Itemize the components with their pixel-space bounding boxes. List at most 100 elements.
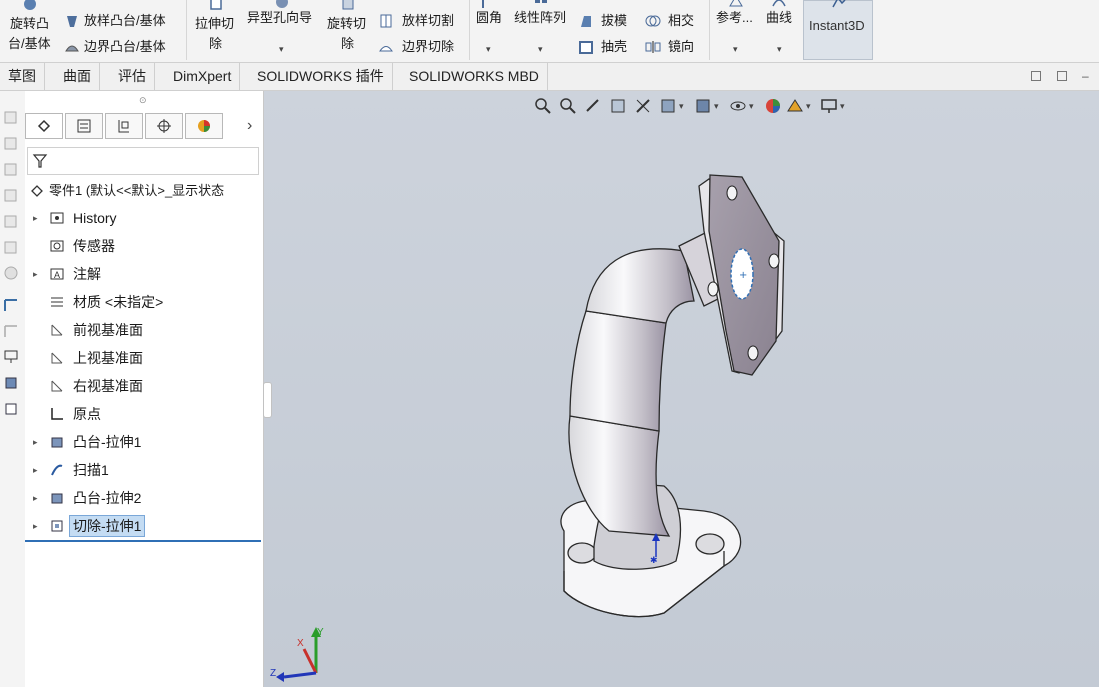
lofted-cut-icon bbox=[380, 14, 392, 28]
intersect-button[interactable]: 相交 bbox=[668, 13, 694, 29]
triad-x-label: X bbox=[297, 638, 304, 649]
tab-surfaces[interactable]: 曲面 bbox=[55, 63, 100, 90]
tree-item[interactable]: 传感器 bbox=[25, 234, 263, 258]
linear-pattern-button[interactable]: 线性阵列 bbox=[514, 10, 566, 26]
minimize-icon[interactable]: – bbox=[1082, 69, 1089, 83]
linear-pattern-dropdown-icon[interactable]: ▾ bbox=[538, 44, 543, 55]
boundary-cut-button[interactable]: 边界切除 bbox=[402, 39, 454, 55]
svg-text:A: A bbox=[54, 270, 60, 280]
sketch-icon[interactable] bbox=[3, 297, 19, 313]
material-icon bbox=[51, 297, 63, 307]
lofted-cut-button[interactable]: 放样切割 bbox=[402, 13, 454, 29]
curves-button[interactable]: 曲线 bbox=[766, 10, 792, 26]
revolve-boss-button[interactable]: 旋转凸 bbox=[10, 16, 49, 32]
tree-root-label: 零件1 (默认<<默认>_显示状态 bbox=[49, 183, 225, 198]
hole-wizard-button[interactable]: 异型孔向导 bbox=[247, 10, 312, 26]
boss-extrude-icon bbox=[51, 437, 63, 448]
tab-dimxpertmanager[interactable] bbox=[145, 113, 183, 139]
rollback-bar[interactable] bbox=[25, 540, 261, 542]
sweep-icon bbox=[51, 464, 63, 476]
boss-extrude-icon bbox=[51, 493, 63, 504]
tree-item[interactable]: 材质 <未指定> bbox=[25, 290, 263, 314]
tab-featuremanager[interactable] bbox=[25, 113, 63, 139]
cut-extrude-icon bbox=[51, 520, 63, 532]
draft-button[interactable]: 拔模 bbox=[601, 13, 627, 29]
tree-root-part[interactable]: 零件1 (默认<<默认>_显示状态 bbox=[25, 179, 263, 203]
boundary-boss-button[interactable]: 边界凸台/基体 bbox=[84, 39, 166, 55]
sphere-icon[interactable] bbox=[3, 265, 19, 281]
view-cube-icon[interactable] bbox=[3, 109, 19, 125]
tab-evaluate[interactable]: 评估 bbox=[110, 63, 155, 90]
tree-item[interactable]: ▸ A 注解 bbox=[25, 262, 263, 286]
tree-item[interactable]: 原点 bbox=[25, 402, 263, 426]
extruded-cut-icon bbox=[210, 0, 222, 10]
display-icon[interactable] bbox=[3, 349, 19, 365]
tab-configurationmanager[interactable] bbox=[105, 113, 143, 139]
view-cube-icon[interactable] bbox=[3, 187, 19, 203]
view-cube-icon[interactable] bbox=[3, 135, 19, 151]
fillet-button[interactable]: 圆角 bbox=[476, 10, 502, 26]
fillet-dropdown-icon[interactable]: ▾ bbox=[486, 44, 491, 55]
view-cube-icon[interactable] bbox=[3, 239, 19, 255]
tab-sketch[interactable]: 草图 bbox=[0, 63, 45, 90]
tree-item[interactable]: 右视基准面 bbox=[25, 374, 263, 398]
sensor-icon bbox=[50, 240, 64, 252]
curves-dropdown-icon[interactable]: ▾ bbox=[777, 44, 782, 55]
extrude-icon[interactable] bbox=[3, 375, 19, 391]
boundary-boss-icon bbox=[65, 45, 79, 52]
tab-dimxpert[interactable]: DimXpert bbox=[165, 63, 241, 90]
tab-solidworks-addins[interactable]: SOLIDWORKS 插件 bbox=[249, 63, 393, 90]
expand-arrow-icon[interactable]: ▸ bbox=[33, 486, 38, 510]
tree-item[interactable]: ▸ History bbox=[25, 206, 263, 230]
feature-tree-filter[interactable] bbox=[27, 147, 259, 175]
svg-text:+: + bbox=[739, 270, 747, 281]
loft-boss-icon bbox=[67, 16, 77, 27]
tab-displaymanager[interactable] bbox=[185, 113, 223, 139]
plane-icon bbox=[51, 324, 63, 336]
more-tabs-chevron-icon[interactable]: › bbox=[247, 117, 252, 135]
expand-arrow-icon[interactable]: ▸ bbox=[33, 458, 38, 482]
tab-propertymanager[interactable] bbox=[65, 113, 103, 139]
tree-item[interactable]: ▸ 凸台-拉伸1 bbox=[25, 430, 263, 454]
revolve-boss-icon bbox=[24, 0, 36, 10]
tree-item[interactable]: ▸ 凸台-拉伸2 bbox=[25, 486, 263, 510]
expand-arrow-icon[interactable]: ▸ bbox=[33, 514, 38, 538]
configurationmanager-icon bbox=[118, 120, 129, 133]
mirror-button[interactable]: 镜向 bbox=[668, 39, 694, 55]
intersect-icon bbox=[645, 15, 661, 27]
view-cube-icon[interactable] bbox=[3, 213, 19, 229]
tree-item[interactable]: 上视基准面 bbox=[25, 346, 263, 370]
part-3d-model[interactable]: + ✱ bbox=[264, 91, 1099, 687]
tab-solidworks-mbd[interactable]: SOLIDWORKS MBD bbox=[401, 63, 548, 90]
tree-item[interactable]: ▸ 扫描1 bbox=[25, 458, 263, 482]
instant3d-button[interactable]: Instant3D bbox=[803, 0, 873, 60]
tree-item[interactable]: 前视基准面 bbox=[25, 318, 263, 342]
instant3d-label: Instant3D bbox=[809, 18, 865, 33]
panel-collapse-handle[interactable] bbox=[263, 382, 272, 418]
tile-right-icon[interactable] bbox=[1057, 71, 1067, 81]
feature-manager-tabs: › bbox=[25, 113, 263, 141]
revolved-cut-button[interactable]: 旋转切 bbox=[327, 16, 366, 32]
graphics-viewport[interactable]: ▾ ▾ ▾ ▾ ▾ + ✱ Y X Z bbox=[264, 91, 1099, 687]
reference-dropdown-icon[interactable]: ▾ bbox=[733, 44, 738, 55]
tree-item-label: History bbox=[73, 210, 117, 226]
plane-icon bbox=[51, 380, 63, 392]
expand-arrow-icon[interactable]: ▸ bbox=[33, 430, 38, 454]
cut-icon[interactable] bbox=[3, 401, 19, 417]
panel-drag-handle[interactable]: ⊙ bbox=[139, 95, 147, 106]
view-cube-icon[interactable] bbox=[3, 161, 19, 177]
shell-button[interactable]: 抽壳 bbox=[601, 39, 627, 55]
expand-arrow-icon[interactable]: ▸ bbox=[33, 262, 38, 286]
hole-wizard-dropdown-icon[interactable]: ▾ bbox=[279, 44, 284, 55]
hole-wizard-icon bbox=[276, 0, 288, 8]
extruded-cut-button[interactable]: 拉伸切 bbox=[195, 16, 234, 32]
expand-arrow-icon[interactable]: ▸ bbox=[33, 206, 38, 230]
reference-geometry-button[interactable]: 参考... bbox=[716, 10, 753, 26]
sketch-icon[interactable] bbox=[3, 323, 19, 339]
displaymanager-icon bbox=[198, 120, 210, 132]
tree-item[interactable]: ▸ 切除-拉伸1 bbox=[25, 514, 263, 538]
boundary-cut-icon bbox=[379, 46, 393, 52]
loft-boss-button[interactable]: 放样凸台/基体 bbox=[84, 13, 166, 29]
tile-left-icon[interactable] bbox=[1031, 71, 1041, 81]
linear-pattern-icon bbox=[535, 0, 547, 3]
